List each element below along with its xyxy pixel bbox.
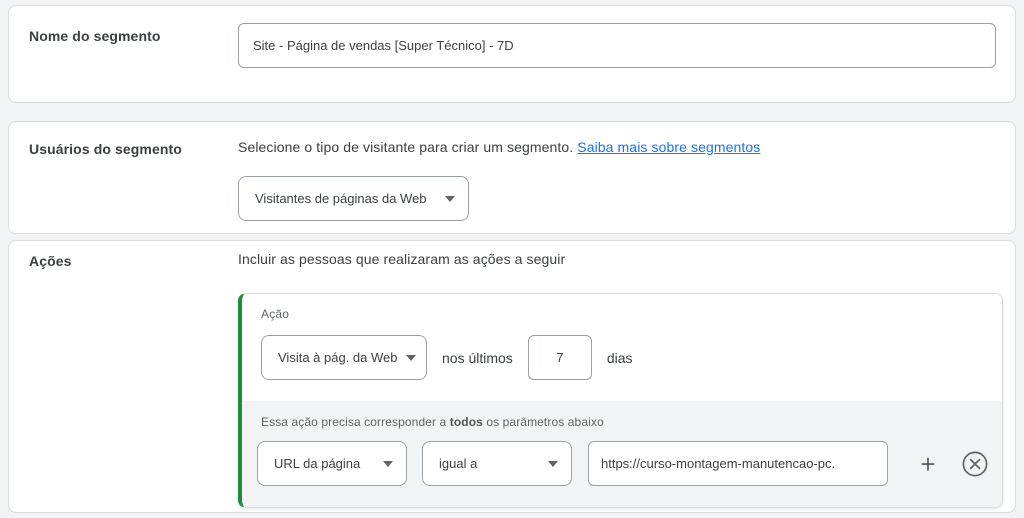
lookback-suffix-text: dias xyxy=(606,349,633,366)
plus-icon: + xyxy=(920,448,936,479)
action-type-dropdown-value: Visita à pág. da Web xyxy=(278,350,398,365)
chevron-down-icon xyxy=(383,460,393,467)
parameter-field-dropdown[interactable]: URL da página xyxy=(257,441,407,486)
segment-users-card: Usuários do segmento Selecione o tipo de… xyxy=(8,121,1016,234)
chevron-down-icon xyxy=(405,354,416,361)
circle-x-icon xyxy=(962,451,988,476)
match-rule-text: Essa ação precisa corresponder a todos o… xyxy=(261,415,604,429)
add-parameter-button[interactable]: + xyxy=(914,450,942,478)
actions-label: Ações xyxy=(29,253,72,269)
match-rule-bold-word: todos xyxy=(449,415,483,429)
action-row: Visita à pág. da Web nos últimos dias xyxy=(261,335,633,380)
segment-name-input[interactable] xyxy=(238,23,996,68)
action-type-dropdown[interactable]: Visita à pág. da Web xyxy=(261,335,427,380)
match-rule-suffix: os parâmetros abaixo xyxy=(482,415,604,429)
parameter-field-dropdown-value: URL da página xyxy=(274,456,361,471)
lookback-days-input[interactable] xyxy=(527,335,592,380)
actions-card: Ações Incluir as pessoas que realizaram … xyxy=(8,240,1016,513)
chevron-down-icon xyxy=(548,460,558,467)
action-rule-card: Ação Visita à pág. da Web nos últimos di… xyxy=(238,293,1003,508)
parameter-operator-dropdown[interactable]: igual a xyxy=(422,441,572,486)
segment-users-label: Usuários do segmento xyxy=(29,141,182,157)
segment-name-card: Nome do segmento xyxy=(8,5,1016,103)
remove-action-button[interactable] xyxy=(962,451,988,477)
segment-users-description-text: Selecione o tipo de visitante para criar… xyxy=(238,139,578,155)
chevron-down-icon xyxy=(445,195,455,202)
segment-name-label: Nome do segmento xyxy=(29,28,161,44)
lookback-prefix-text: nos últimos xyxy=(442,349,513,366)
parameter-row: URL da página igual a + xyxy=(257,441,988,486)
visitor-type-dropdown-value: Visitantes de páginas da Web xyxy=(255,191,427,206)
match-rule-prefix: Essa ação precisa corresponder a xyxy=(261,415,450,429)
segment-users-description: Selecione o tipo de visitante para criar… xyxy=(238,139,760,155)
actions-description: Incluir as pessoas que realizaram as açõ… xyxy=(238,251,566,267)
learn-more-segments-link[interactable]: Saiba mais sobre segmentos xyxy=(577,139,760,155)
parameters-zone: Essa ação precisa corresponder a todos o… xyxy=(242,401,1002,507)
action-field-label: Ação xyxy=(261,307,290,321)
visitor-type-dropdown[interactable]: Visitantes de páginas da Web xyxy=(238,176,469,221)
parameter-operator-dropdown-value: igual a xyxy=(439,456,478,471)
parameter-value-input[interactable] xyxy=(588,441,888,486)
